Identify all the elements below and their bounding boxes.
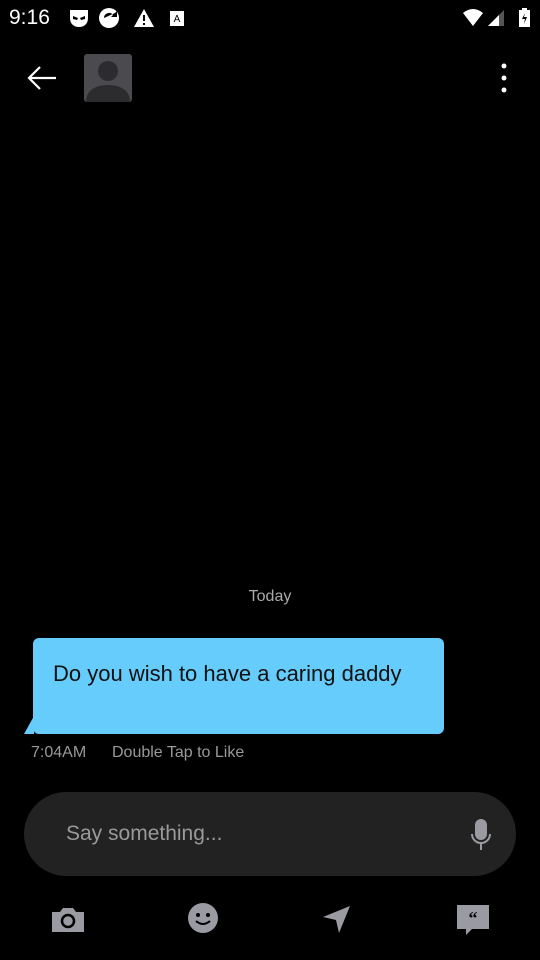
microphone-icon[interactable] (470, 818, 492, 852)
message-bubble[interactable]: Do you wish to have a caring daddy (33, 638, 444, 734)
grindr-icon (70, 10, 88, 27)
date-divider: Today (248, 588, 292, 605)
emoji-icon[interactable] (183, 900, 223, 940)
message-composer (24, 792, 516, 876)
wifi-icon (463, 9, 483, 26)
double-tap-hint: Double Tap to Like (112, 744, 245, 761)
camera-icon[interactable] (48, 900, 88, 940)
more-vert-icon[interactable] (496, 62, 512, 94)
back-arrow-icon[interactable] (26, 64, 58, 92)
status-time: 9:16 (9, 6, 50, 29)
warning-icon (134, 9, 154, 27)
font-icon: A (170, 11, 184, 26)
signal-icon (488, 10, 504, 26)
sync-icon (99, 8, 119, 28)
message-time: 7:04AM (31, 744, 87, 761)
profile-avatar[interactable] (84, 54, 132, 102)
battery-charging-icon (519, 8, 530, 27)
svg-text:A: A (174, 14, 181, 25)
message-input[interactable] (66, 818, 446, 850)
saved-phrases-icon[interactable]: “ (453, 900, 493, 940)
location-icon[interactable] (317, 900, 357, 940)
svg-text:“: “ (469, 908, 478, 928)
